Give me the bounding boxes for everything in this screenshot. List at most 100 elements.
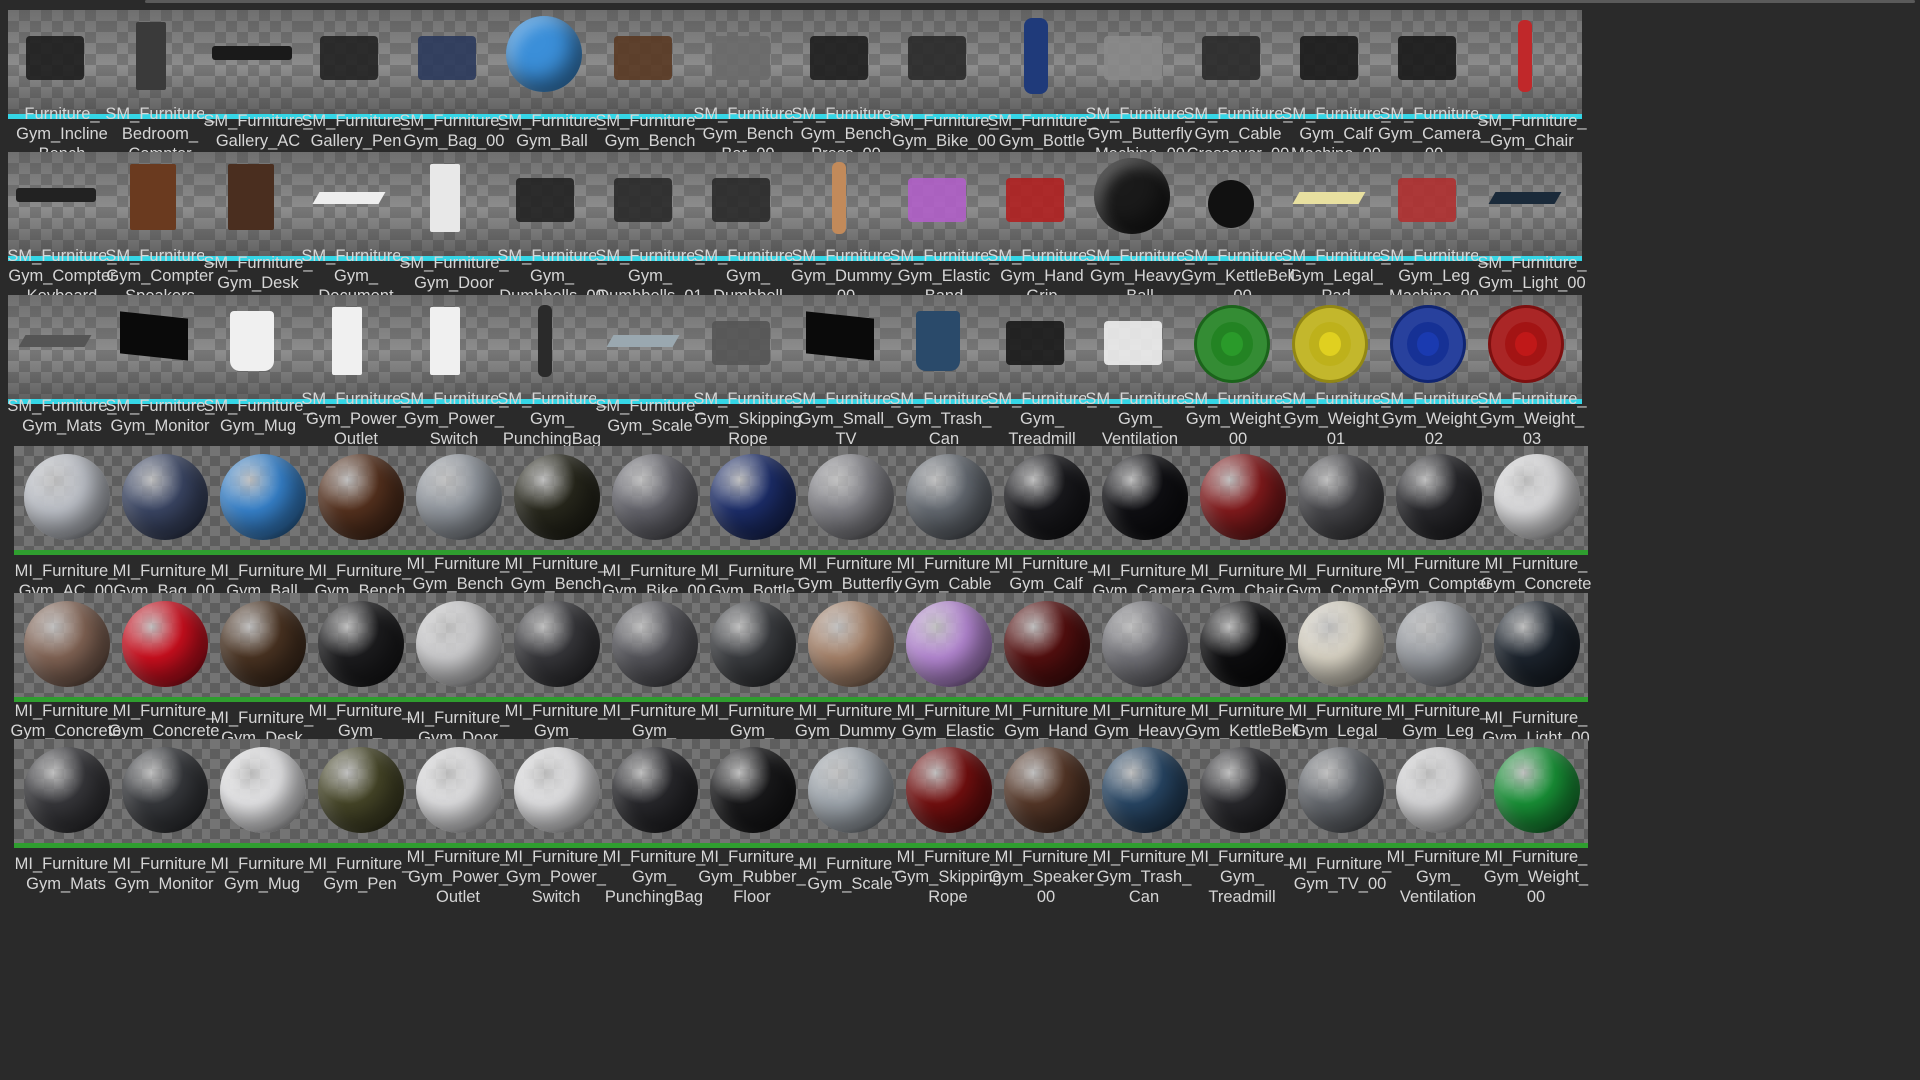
asset-thumbnail	[602, 739, 706, 843]
material-sphere-icon	[122, 601, 208, 687]
asset-thumbnail	[14, 593, 118, 697]
material-sphere-icon	[1102, 454, 1188, 540]
weight-plate-icon	[1194, 305, 1270, 383]
asset-thumbnail	[1484, 593, 1588, 697]
material-sphere-icon	[318, 454, 404, 540]
asset-thumbnail	[1184, 295, 1288, 399]
butterfly-machine-icon	[1104, 36, 1162, 80]
material-sphere-icon	[1298, 601, 1384, 687]
asset-thumbnail	[1478, 295, 1582, 399]
mat-icon	[18, 335, 92, 347]
asset-thumbnail	[1288, 739, 1392, 843]
asset-thumbnail	[792, 295, 896, 399]
asset-thumbnail	[8, 152, 112, 256]
kettlebell-icon	[1208, 180, 1254, 228]
asset-thumbnail	[798, 739, 902, 843]
asset-thumbnail	[204, 152, 308, 256]
asset-thumbnail	[1086, 10, 1190, 114]
material-sphere-icon	[1298, 454, 1384, 540]
asset-thumbnail	[1190, 593, 1294, 697]
material-sphere-icon	[220, 747, 306, 833]
asset-thumbnail	[400, 295, 504, 399]
material-type-bar	[210, 550, 314, 555]
material-type-bar	[14, 550, 118, 555]
asset-thumbnail	[994, 446, 1098, 550]
material-type-bar	[1484, 697, 1588, 702]
material-sphere-icon	[1494, 454, 1580, 540]
scrollbar-thumb[interactable]	[145, 0, 1915, 3]
power-switch-icon	[430, 307, 460, 375]
light-panel-icon	[1488, 192, 1562, 204]
air-conditioner-icon	[212, 46, 292, 60]
material-type-bar	[14, 843, 118, 848]
asset-thumbnail	[988, 152, 1092, 256]
asset-thumbnail	[106, 295, 210, 399]
asset-thumbnail	[694, 295, 798, 399]
asset-thumbnail	[994, 739, 1098, 843]
material-sphere-icon	[514, 601, 600, 687]
dumbbells-icon	[516, 178, 574, 222]
material-type-bar	[112, 550, 216, 555]
skipping-rope-icon	[712, 321, 770, 365]
asset-name-label: SM_Furniture_ Gym_Weight_ 03	[1477, 390, 1587, 448]
material-sphere-icon	[1200, 601, 1286, 687]
asset-thumbnail	[504, 593, 608, 697]
exercise-bike-icon	[908, 36, 966, 80]
asset-thumbnail	[792, 152, 896, 256]
asset-thumbnail	[1092, 446, 1196, 550]
asset-thumbnail	[406, 446, 510, 550]
punching-bag-icon	[538, 305, 552, 377]
gym-ball-icon	[506, 16, 582, 92]
bench-press-icon	[810, 36, 868, 80]
material-sphere-icon	[1200, 747, 1286, 833]
material-sphere-icon	[612, 747, 698, 833]
asset-thumbnail	[1478, 152, 1582, 256]
material-type-bar	[1288, 550, 1392, 555]
asset-thumbnail	[400, 10, 504, 114]
material-sphere-icon	[416, 747, 502, 833]
asset-thumbnail	[1184, 152, 1288, 256]
material-sphere-icon	[808, 601, 894, 687]
material-type-bar	[700, 550, 804, 555]
computer-tower-icon	[136, 22, 166, 90]
asset-thumbnail	[1380, 295, 1484, 399]
asset-thumbnail	[694, 10, 798, 114]
material-sphere-icon	[24, 747, 110, 833]
incline-bench-icon	[26, 36, 84, 80]
scale-icon	[606, 335, 680, 347]
dumbbell-icon	[614, 178, 672, 222]
asset-thumbnail	[1288, 593, 1392, 697]
asset-thumbnail	[596, 10, 700, 114]
weight-plate-icon	[1488, 305, 1564, 383]
asset-thumbnail	[302, 295, 406, 399]
door-icon	[430, 164, 460, 232]
bench-bar-icon	[712, 36, 770, 80]
elastic-band-icon	[908, 178, 966, 222]
asset-thumbnail	[308, 739, 412, 843]
asset-thumbnail	[302, 10, 406, 114]
material-sphere-icon	[906, 601, 992, 687]
asset-thumbnail	[994, 593, 1098, 697]
asset-thumbnail	[8, 10, 112, 114]
asset-thumbnail	[1086, 295, 1190, 399]
asset-thumbnail	[210, 446, 314, 550]
material-sphere-icon	[1102, 747, 1188, 833]
asset-thumbnail	[106, 10, 210, 114]
asset-thumbnail	[14, 446, 118, 550]
chair-icon	[1518, 20, 1532, 92]
asset-thumbnail	[602, 446, 706, 550]
trash-can-icon	[916, 311, 960, 371]
asset-thumbnail	[204, 295, 308, 399]
asset-thumbnail	[1288, 446, 1392, 550]
asset-thumbnail	[1190, 739, 1294, 843]
material-sphere-icon	[612, 601, 698, 687]
material-type-bar	[210, 843, 314, 848]
asset-thumbnail	[700, 593, 804, 697]
horizontal-scrollbar[interactable]	[0, 0, 1920, 6]
material-sphere-icon	[1494, 601, 1580, 687]
asset-thumbnail	[406, 593, 510, 697]
asset-thumbnail	[1092, 593, 1196, 697]
asset-thumbnail	[1386, 446, 1490, 550]
asset-thumbnail	[14, 739, 118, 843]
treadmill-icon	[1006, 321, 1064, 365]
